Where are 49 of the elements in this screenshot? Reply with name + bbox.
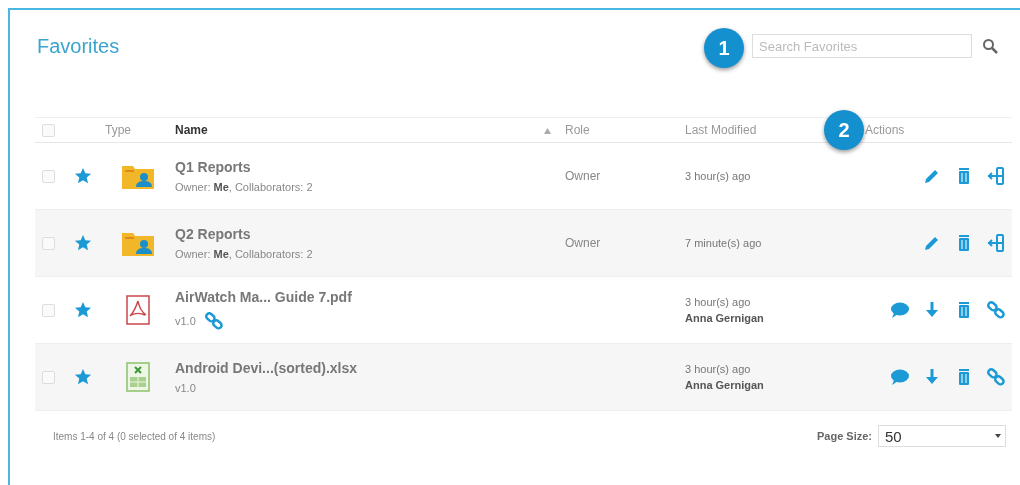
column-header[interactable]: Last Modified — [680, 123, 757, 137]
page-size-label: Page Size: — [816, 430, 872, 442]
modified-by: Anna Gernigan — [685, 379, 765, 391]
sort-icon[interactable] — [544, 128, 551, 134]
comment-icon[interactable] — [890, 300, 910, 320]
items-summary: Items 1-4 of 4 (0 selected of 4 items) — [53, 430, 216, 442]
caret-icon — [995, 433, 1001, 439]
link-icon[interactable] — [986, 367, 1006, 387]
comment-icon[interactable] — [890, 367, 910, 387]
file-name[interactable]: AirWatch Ma... Guide 7.pdf — [175, 289, 535, 305]
item-details: v1.0 — [175, 382, 196, 394]
favorite-star-icon[interactable] — [73, 234, 92, 252]
shared-folder-icon — [121, 230, 154, 256]
modified-time: 3 hour(s) ago — [685, 363, 751, 375]
role-text: Owner — [564, 169, 602, 183]
row-checkbox[interactable] — [42, 236, 55, 250]
row-checkbox[interactable] — [42, 169, 55, 183]
favorite-star-icon[interactable] — [73, 368, 92, 386]
pdf-file-icon — [125, 295, 150, 325]
file-name[interactable]: Q1 Reports — [175, 159, 535, 175]
share-icon[interactable] — [986, 233, 1006, 253]
item-details: v1.0 — [175, 315, 196, 327]
row-checkbox[interactable] — [42, 303, 55, 317]
modified-time: 3 hour(s) ago — [685, 170, 751, 182]
callout-badge: 2 — [824, 110, 864, 150]
page-size-dropdown[interactable]: 50 — [878, 425, 1006, 447]
callout-badge: 1 — [704, 28, 744, 68]
share-icon[interactable] — [986, 166, 1006, 186]
modified-time: 3 hour(s) ago — [685, 296, 751, 308]
page-title: Favorites — [36, 34, 120, 58]
modified-time: 7 minute(s) ago — [685, 237, 762, 249]
favorite-star-icon[interactable] — [73, 167, 92, 185]
search-field[interactable]: Search Favorites — [752, 34, 972, 58]
search-icon[interactable] — [982, 38, 998, 54]
row-checkbox[interactable] — [42, 370, 55, 384]
favorite-star-icon[interactable] — [73, 301, 92, 319]
column-header[interactable]: Type — [100, 123, 131, 137]
link-icon[interactable] — [986, 300, 1006, 320]
file-name[interactable]: Q2 Reports — [175, 226, 535, 242]
modified-by: Anna Gernigan — [685, 312, 765, 324]
column-header[interactable]: Name — [175, 123, 208, 137]
role-text: Owner — [564, 236, 602, 250]
shared-folder-icon — [121, 163, 154, 189]
select-all-checkbox[interactable] — [42, 123, 55, 137]
item-details: Owner: Me, Collaborators: 2 — [175, 248, 313, 260]
column-header[interactable]: Role — [560, 123, 590, 137]
file-name[interactable]: Android Devi...(sorted).xlsx — [175, 360, 535, 376]
spreadsheet-file-icon — [125, 362, 150, 392]
item-details: Owner: Me, Collaborators: 2 — [175, 181, 313, 193]
